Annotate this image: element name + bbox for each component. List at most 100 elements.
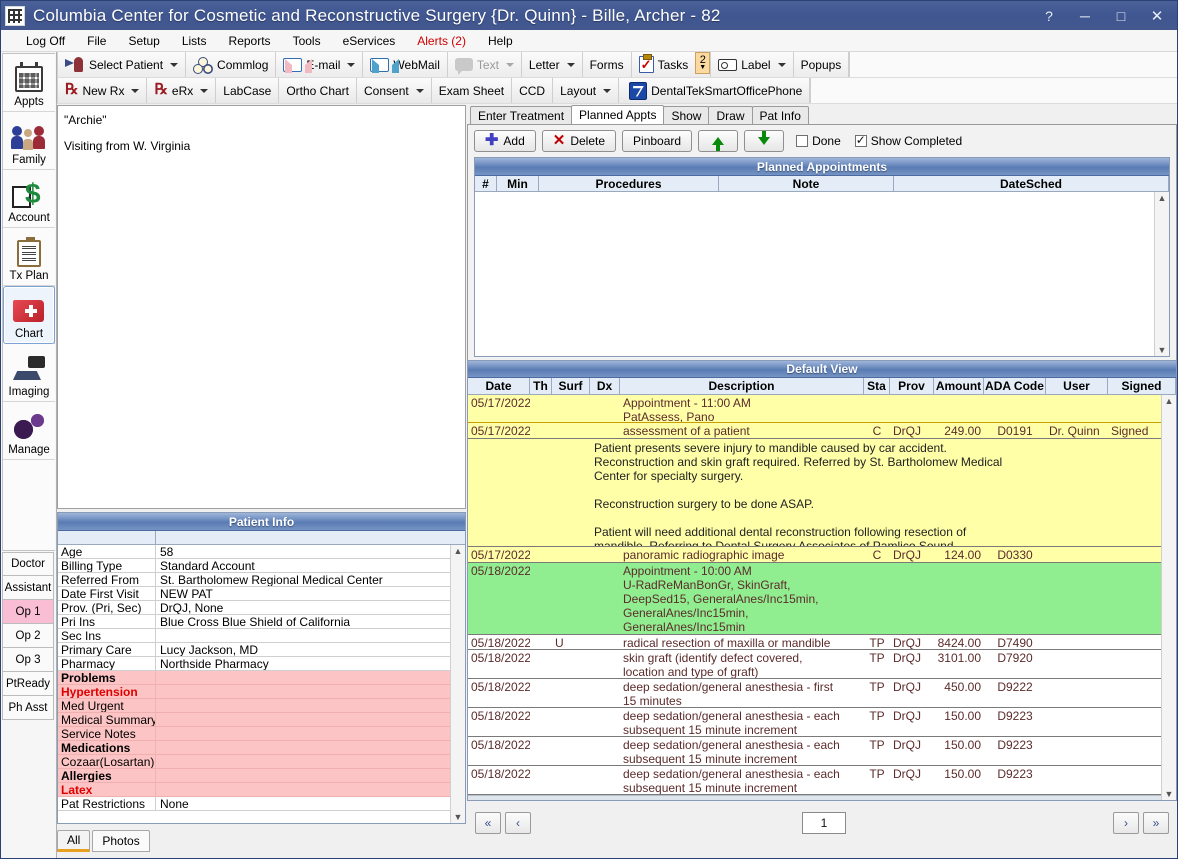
list-item[interactable]: Medical Summary xyxy=(58,713,450,727)
default-view-scrollbar[interactable]: ▲ ▼ xyxy=(1161,395,1176,800)
col-number[interactable]: # xyxy=(475,176,497,191)
scroll-up-icon[interactable]: ▲ xyxy=(1165,396,1174,406)
col-prov[interactable]: Prov xyxy=(890,378,934,393)
list-item[interactable]: Primary CareLucy Jackson, MD xyxy=(58,643,450,657)
help-button[interactable]: ? xyxy=(1031,2,1067,30)
toolbar-webmail[interactable]: WebMail xyxy=(363,52,447,77)
scroll-down-icon[interactable]: ▼ xyxy=(1165,789,1174,799)
list-item[interactable]: Referred FromSt. Bartholomew Regional Me… xyxy=(58,573,450,587)
tab-enter-treatment[interactable]: Enter Treatment xyxy=(470,106,572,124)
tab-draw[interactable]: Draw xyxy=(708,106,752,124)
tab-show[interactable]: Show xyxy=(663,106,709,124)
scroll-down-icon[interactable]: ▼ xyxy=(454,812,463,822)
col-min[interactable]: Min xyxy=(497,176,539,191)
table-row[interactable]: 05/18/2022 deep sedation/general anesthe… xyxy=(468,679,1161,708)
toolbar-layout[interactable]: Layout xyxy=(553,78,619,103)
toolbar-label[interactable]: Label xyxy=(710,52,793,77)
col-signed[interactable]: Signed xyxy=(1108,378,1176,393)
col-procedures[interactable]: Procedures xyxy=(539,176,719,191)
chevron-down-icon[interactable] xyxy=(603,89,611,93)
first-page-button[interactable]: « xyxy=(475,812,501,834)
menu-file[interactable]: File xyxy=(76,32,117,50)
chevron-down-icon[interactable] xyxy=(416,89,424,93)
col-date[interactable]: Date xyxy=(468,378,530,393)
col-ada-code[interactable]: ADA Code xyxy=(984,378,1046,393)
pinboard-button[interactable]: Pinboard xyxy=(622,130,692,152)
table-row[interactable]: 05/17/2022 panoramic radiographic image … xyxy=(468,547,1161,563)
tab-photos[interactable]: Photos xyxy=(92,830,149,852)
tab-all[interactable]: All xyxy=(57,830,90,852)
col-note[interactable]: Note xyxy=(719,176,894,191)
checkbox-icon[interactable] xyxy=(796,135,808,147)
toolbar-select-patient[interactable]: Select Patient xyxy=(57,52,186,77)
table-row[interactable]: 05/18/2022 skin graft (identify defect c… xyxy=(468,650,1161,679)
menu-setup[interactable]: Setup xyxy=(117,32,170,50)
col-user[interactable]: User xyxy=(1046,378,1108,393)
done-checkbox[interactable]: Done xyxy=(796,134,841,148)
toolbar-dentaltek[interactable]: DentalTekSmartOfficePhone xyxy=(619,78,810,103)
col-surf[interactable]: Surf xyxy=(552,378,590,393)
toolbar-ccd[interactable]: CCD xyxy=(512,78,553,103)
list-item[interactable]: Prov. (Pri, Sec)DrQJ, None xyxy=(58,601,450,615)
toolbar-erx[interactable]: ℞ eRx xyxy=(147,78,216,103)
list-item[interactable]: Pri InsBlue Cross Blue Shield of Califor… xyxy=(58,615,450,629)
list-item[interactable]: Pat RestrictionsNone xyxy=(58,797,450,811)
sidebar-op-doctor[interactable]: Doctor xyxy=(2,552,54,576)
list-item[interactable]: Latex xyxy=(58,783,450,797)
sidebar-op-op2[interactable]: Op 2 xyxy=(2,624,54,648)
patient-note-box[interactable]: "Archie" Visiting from W. Virginia xyxy=(57,105,466,509)
menu-tools[interactable]: Tools xyxy=(282,32,332,50)
col-amount[interactable]: Amount xyxy=(934,378,984,393)
table-row[interactable]: 05/18/2022 Appointment - 10:00 AM U-RadR… xyxy=(468,563,1161,635)
list-item[interactable]: Medications xyxy=(58,741,450,755)
list-item[interactable]: Med Urgent xyxy=(58,699,450,713)
tab-planned-appts[interactable]: Planned Appts xyxy=(571,105,664,124)
toolbar-new-rx[interactable]: ℞ New Rx xyxy=(57,78,147,103)
menu-lists[interactable]: Lists xyxy=(171,32,218,50)
menu-help[interactable]: Help xyxy=(477,32,524,50)
list-item[interactable]: Hypertension xyxy=(58,685,450,699)
tasks-count-badge[interactable]: 2 ▼ xyxy=(695,52,710,74)
col-dx[interactable]: Dx xyxy=(590,378,620,393)
menu-log-off[interactable]: Log Off xyxy=(15,32,76,50)
planned-appointments-body[interactable]: ▲ ▼ xyxy=(475,192,1169,356)
sidebar-item-chart[interactable]: Chart xyxy=(3,286,55,344)
chevron-down-icon[interactable] xyxy=(778,63,786,67)
move-up-button[interactable] xyxy=(698,130,738,152)
toolbar-labcase[interactable]: LabCase xyxy=(216,78,279,103)
toolbar-ortho-chart[interactable]: Ortho Chart xyxy=(279,78,357,103)
table-row-note[interactable]: Patient presents severe injury to mandib… xyxy=(468,439,1161,547)
col-datesched[interactable]: DateSched xyxy=(894,176,1169,191)
minimize-button[interactable]: ─ xyxy=(1067,2,1103,30)
planned-appointments-scrollbar[interactable]: ▲ ▼ xyxy=(1154,192,1169,356)
sidebar-op-op1[interactable]: Op 1 xyxy=(2,600,54,624)
sidebar-item-tx-plan[interactable]: Tx Plan xyxy=(3,228,55,286)
table-row[interactable]: 05/18/2022 deep sedation/general anesthe… xyxy=(468,737,1161,766)
list-item[interactable]: Age58 xyxy=(58,545,450,559)
toolbar-tasks[interactable]: Tasks xyxy=(632,52,696,77)
menu-reports[interactable]: Reports xyxy=(218,32,282,50)
table-row[interactable]: 05/17/2022 assessment of a patient C DrQ… xyxy=(468,423,1161,439)
table-row[interactable]: 05/18/2022 U radical resection of maxill… xyxy=(468,635,1161,650)
list-item[interactable]: Cozaar(Losartan) xyxy=(58,755,450,769)
scroll-up-icon[interactable]: ▲ xyxy=(1158,193,1167,203)
list-item[interactable]: Allergies xyxy=(58,769,450,783)
list-item[interactable]: Billing TypeStandard Account xyxy=(58,559,450,573)
chevron-down-icon[interactable] xyxy=(131,89,139,93)
table-row[interactable]: 05/17/2022 Appointment - 11:00 AM PatAss… xyxy=(468,395,1161,423)
sidebar-item-family[interactable]: Family xyxy=(3,112,55,170)
sidebar-item-manage[interactable]: Manage xyxy=(3,402,55,460)
scroll-up-icon[interactable]: ▲ xyxy=(454,546,463,556)
sidebar-item-appts[interactable]: Appts xyxy=(3,54,55,112)
sidebar-op-assistant[interactable]: Assistant xyxy=(2,576,54,600)
chevron-down-icon[interactable] xyxy=(200,89,208,93)
table-row[interactable]: 05/18/2022 deep sedation/general anesthe… xyxy=(468,766,1161,795)
prev-page-button[interactable]: ‹ xyxy=(505,812,531,834)
toolbar-commlog[interactable]: Commlog xyxy=(186,52,276,77)
last-page-button[interactable]: » xyxy=(1143,812,1169,834)
col-th[interactable]: Th xyxy=(530,378,552,393)
toolbar-popups[interactable]: Popups xyxy=(794,52,850,77)
add-button[interactable]: ✚ Add xyxy=(474,130,536,152)
sidebar-op-ph-asst[interactable]: Ph Asst xyxy=(2,696,54,720)
sidebar-op-op3[interactable]: Op 3 xyxy=(2,648,54,672)
